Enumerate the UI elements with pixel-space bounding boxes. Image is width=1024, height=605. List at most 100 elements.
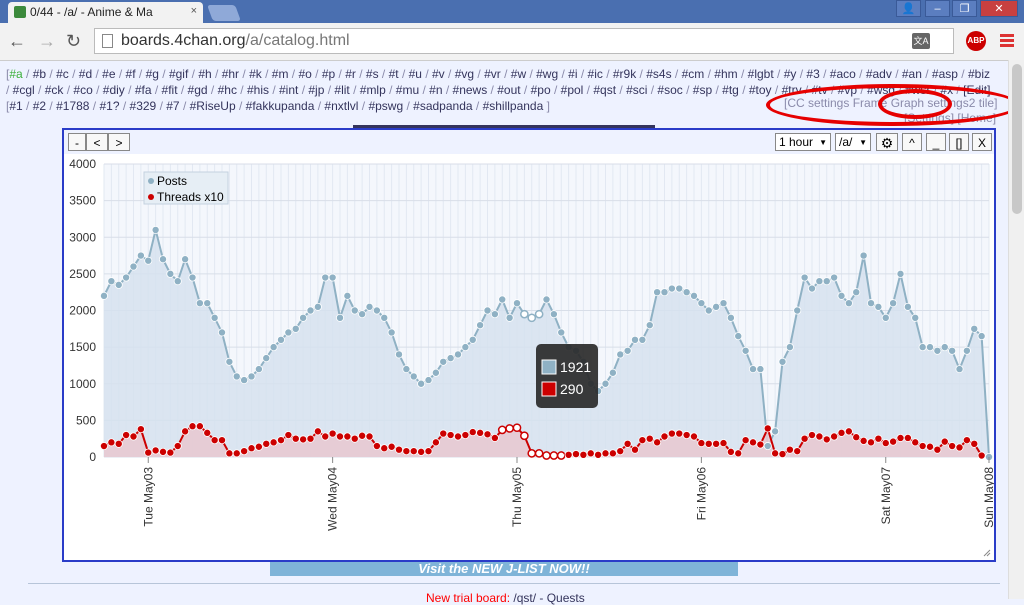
board-link-k[interactable]: #k <box>249 67 262 81</box>
board-select[interactable]: /a/ <box>835 133 871 151</box>
board-link-biz[interactable]: #biz <box>968 67 990 81</box>
board-link-an[interactable]: #an <box>902 67 922 81</box>
board-link-sp[interactable]: #sp <box>693 83 712 97</box>
board-link-ck[interactable]: #ck <box>45 83 64 97</box>
custom-link[interactable]: #fakkupanda <box>246 99 315 113</box>
custom-link[interactable]: #1? <box>99 99 119 113</box>
custom-link[interactable]: #7 <box>166 99 179 113</box>
board-link-qst[interactable]: #qst <box>593 83 616 97</box>
board-link-asp[interactable]: #asp <box>932 67 958 81</box>
board-link-jp[interactable]: #jp <box>308 83 324 97</box>
board-link-mu[interactable]: #mu <box>396 83 419 97</box>
tab-close-icon[interactable]: × <box>191 5 197 17</box>
back-icon[interactable]: ← <box>8 31 26 52</box>
minimize-button[interactable]: – <box>925 0 950 17</box>
board-link-s[interactable]: #s <box>366 67 379 81</box>
interval-select[interactable]: 1 hour <box>775 133 831 151</box>
custom-link[interactable]: #2 <box>33 99 46 113</box>
board-link-o[interactable]: #o <box>298 67 311 81</box>
adblock-icon[interactable]: ABP <box>966 31 986 51</box>
board-link-toy[interactable]: #toy <box>749 83 772 97</box>
board-link-cgl[interactable]: #cgl <box>13 83 35 97</box>
graph-up-button[interactable]: ^ <box>902 133 922 151</box>
board-link-i[interactable]: #i <box>568 67 577 81</box>
board-link-sci[interactable]: #sci <box>626 83 647 97</box>
board-link-aco[interactable]: #aco <box>830 67 856 81</box>
board-link-r[interactable]: #r <box>345 67 356 81</box>
board-link-d[interactable]: #d <box>79 67 92 81</box>
custom-link[interactable]: #shillpanda <box>483 99 544 113</box>
board-link-m[interactable]: #m <box>272 67 289 81</box>
address-bar[interactable]: boards.4chan.org/a/catalog.html <box>94 28 954 54</box>
new-tab-button[interactable] <box>207 5 241 21</box>
gear-icon[interactable]: ⚙ <box>876 133 898 151</box>
board-link-po[interactable]: #po <box>531 83 551 97</box>
graph-maximize-button[interactable]: [] <box>949 133 969 151</box>
custom-link[interactable]: #1788 <box>56 99 89 113</box>
board-link-fa[interactable]: #fa <box>135 83 152 97</box>
graph-minimize-button[interactable]: _ <box>926 133 946 151</box>
board-link-u[interactable]: #u <box>409 67 422 81</box>
board-link-t[interactable]: #t <box>389 67 399 81</box>
board-link-fit[interactable]: #fit <box>162 83 178 97</box>
board-link-ic[interactable]: #ic <box>588 67 603 81</box>
board-link-v[interactable]: #v <box>432 67 445 81</box>
graph-next-button[interactable]: > <box>108 133 130 151</box>
jlist-ad-banner[interactable]: Visit the NEW J-LIST NOW!! <box>270 562 738 576</box>
trial-board-link[interactable]: /qst/ - Quests <box>513 591 584 605</box>
board-link-c[interactable]: #c <box>56 67 69 81</box>
board-link-g[interactable]: #g <box>146 67 159 81</box>
page-scrollbar[interactable] <box>1008 60 1024 599</box>
board-link-e[interactable]: #e <box>102 67 115 81</box>
board-link-soc[interactable]: #soc <box>657 83 682 97</box>
graph-minus-button[interactable]: - <box>68 133 86 151</box>
menu-icon[interactable] <box>1000 34 1014 47</box>
board-link-r9k[interactable]: #r9k <box>613 67 636 81</box>
custom-link[interactable]: #RiseUp <box>190 99 236 113</box>
scrollbar-thumb[interactable] <box>1012 64 1022 214</box>
custom-link[interactable]: #1 <box>9 99 22 113</box>
board-link-his[interactable]: #his <box>247 83 269 97</box>
board-link-vr[interactable]: #vr <box>484 67 501 81</box>
board-link-f[interactable]: #f <box>126 67 136 81</box>
custom-link[interactable]: #nxtlvl <box>324 99 358 113</box>
board-link-p[interactable]: #p <box>322 67 335 81</box>
board-link-y[interactable]: #y <box>784 67 797 81</box>
translate-icon[interactable]: 文A <box>912 33 930 49</box>
custom-link[interactable]: #pswg <box>368 99 403 113</box>
reload-icon[interactable]: ↻ <box>66 31 81 52</box>
custom-link[interactable]: #sadpanda <box>413 99 472 113</box>
board-link-pol[interactable]: #pol <box>561 83 584 97</box>
board-link-s4s[interactable]: #s4s <box>646 67 671 81</box>
close-window-button[interactable]: ✕ <box>980 0 1018 17</box>
board-link-a[interactable]: #a <box>9 67 22 81</box>
board-link-n[interactable]: #n <box>429 83 442 97</box>
board-link-tg[interactable]: #tg <box>722 83 739 97</box>
board-link-gd[interactable]: #gd <box>188 83 208 97</box>
maximize-button[interactable]: ❐ <box>952 0 977 17</box>
board-link-lgbt[interactable]: #lgbt <box>748 67 774 81</box>
board-link-h[interactable]: #h <box>198 67 211 81</box>
board-link-co[interactable]: #co <box>73 83 92 97</box>
board-link-hr[interactable]: #hr <box>222 67 239 81</box>
board-link-w[interactable]: #w <box>511 67 526 81</box>
tab-active[interactable]: 0/44 - /a/ - Anime & Ma × <box>8 2 203 23</box>
board-link-out[interactable]: #out <box>497 83 520 97</box>
board-link-mlp[interactable]: #mlp <box>360 83 386 97</box>
board-link-vg[interactable]: #vg <box>455 67 474 81</box>
board-link-hm[interactable]: #hm <box>714 67 737 81</box>
board-link-adv[interactable]: #adv <box>866 67 892 81</box>
board-link-hc[interactable]: #hc <box>218 83 237 97</box>
board-link-lit[interactable]: #lit <box>334 83 349 97</box>
board-link-news[interactable]: #news <box>453 83 488 97</box>
board-link-wg[interactable]: #wg <box>536 67 558 81</box>
user-icon[interactable]: 👤 <box>896 0 921 17</box>
graph-prev-button[interactable]: < <box>86 133 108 151</box>
board-link-b[interactable]: #b <box>33 67 46 81</box>
forward-icon[interactable]: → <box>38 31 56 52</box>
custom-link[interactable]: #329 <box>130 99 157 113</box>
board-link-diy[interactable]: #diy <box>103 83 125 97</box>
graph-close-button[interactable]: X <box>972 133 992 151</box>
board-link-gif[interactable]: #gif <box>169 67 188 81</box>
board-link-cm[interactable]: #cm <box>682 67 705 81</box>
